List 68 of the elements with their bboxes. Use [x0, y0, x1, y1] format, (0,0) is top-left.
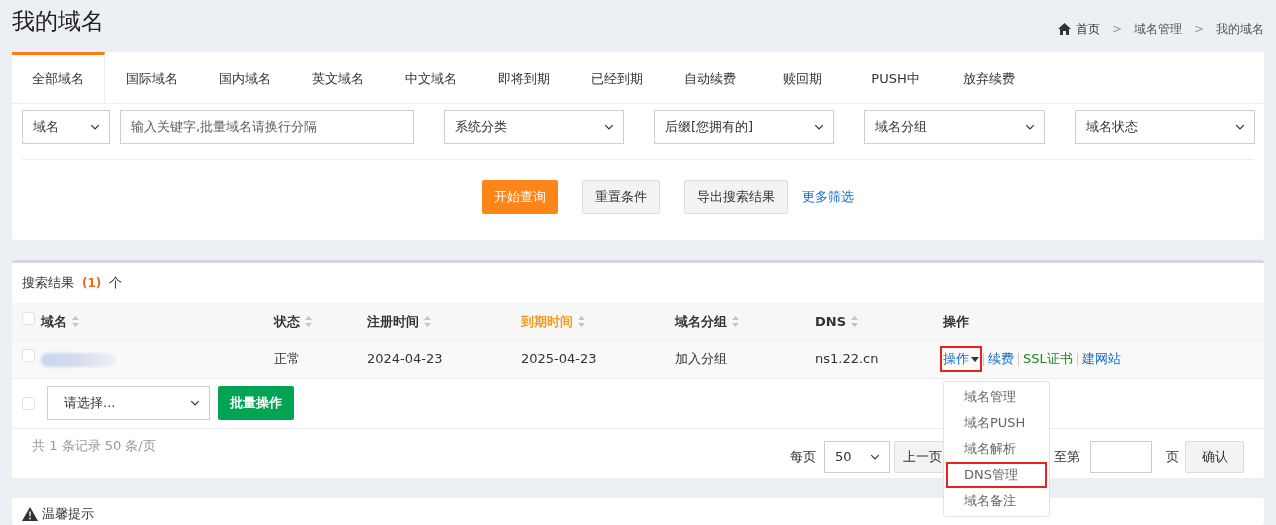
- table-cell: 2024-04-23: [367, 351, 443, 367]
- sort-icon[interactable]: [851, 315, 859, 327]
- checkbox[interactable]: [22, 396, 35, 410]
- breadcrumb-link[interactable]: 首页: [1075, 20, 1100, 38]
- action-link[interactable]: 建网站: [1081, 349, 1121, 369]
- ssl-link[interactable]: SSL证书: [1023, 349, 1073, 369]
- breadcrumb-separator: >: [1111, 21, 1122, 38]
- menu-item[interactable]: 域名管理: [944, 384, 1049, 411]
- menu-item[interactable]: 域名备注: [944, 488, 1049, 515]
- filter-select[interactable]: 域名: [22, 109, 110, 144]
- filter-select[interactable]: 域名分组: [864, 109, 1045, 144]
- per-page-label: 每页: [790, 447, 816, 466]
- checkbox[interactable]: [22, 349, 35, 363]
- menu-item[interactable]: 域名PUSH: [944, 410, 1049, 437]
- goto-label: 至第: [1054, 447, 1080, 466]
- notice-title: 温馨提示: [42, 504, 94, 523]
- sort-icon[interactable]: [305, 315, 312, 327]
- filter-select[interactable]: 系统分类: [444, 109, 624, 144]
- column-header[interactable]: DNS: [815, 311, 859, 331]
- record-summary: 共 1 条记录 50 条/页: [32, 436, 156, 455]
- tab[interactable]: 即将到期: [477, 52, 570, 103]
- operate-dropdown[interactable]: 操作: [943, 349, 979, 369]
- tab[interactable]: 已经到期: [570, 52, 663, 103]
- breadcrumb-separator: >: [1193, 21, 1204, 38]
- breadcrumb-current: 我的域名: [1216, 21, 1264, 38]
- home-icon: [1057, 23, 1071, 35]
- column-header[interactable]: 域名分组: [675, 311, 739, 331]
- breadcrumb-link[interactable]: 域名管理: [1133, 20, 1182, 38]
- results-count: (1): [82, 275, 102, 292]
- confirm-button[interactable]: 确认: [1185, 440, 1244, 473]
- tab[interactable]: 全部域名: [12, 52, 105, 103]
- tab[interactable]: 国际域名: [105, 52, 198, 103]
- table-cell: 正常: [274, 351, 300, 367]
- sort-icon[interactable]: [424, 315, 431, 327]
- tab[interactable]: 国内域名: [198, 52, 291, 103]
- tab[interactable]: 英文域名: [291, 52, 384, 103]
- more-filters-link[interactable]: 更多筛选: [802, 186, 854, 207]
- table-cell: ns1.22.cn: [815, 351, 879, 367]
- tab[interactable]: 赎回期: [756, 52, 849, 103]
- warning-icon: [22, 506, 38, 521]
- action-button[interactable]: 导出搜索结果: [684, 179, 788, 214]
- page-unit: 页: [1166, 447, 1179, 466]
- results-unit: 个: [109, 274, 123, 293]
- tab[interactable]: 自动续费: [663, 52, 756, 103]
- action-button[interactable]: 重置条件: [582, 179, 660, 214]
- results-label: 搜索结果: [22, 274, 74, 293]
- search-field[interactable]: 输入关键字,批量域名请换行分隔: [120, 109, 414, 144]
- sort-icon[interactable]: [578, 315, 585, 327]
- checkbox[interactable]: [22, 311, 35, 325]
- tab[interactable]: 中文域名: [384, 52, 477, 103]
- column-header[interactable]: 注册时间: [367, 311, 431, 331]
- tab[interactable]: PUSH中: [849, 52, 942, 103]
- per-page-select[interactable]: 50: [824, 440, 890, 473]
- column-header[interactable]: 状态: [274, 311, 312, 331]
- column-header[interactable]: 域名: [41, 311, 79, 331]
- table-cell: 2025-04-23: [521, 351, 597, 367]
- filter-select[interactable]: 域名状态: [1075, 109, 1255, 144]
- tab[interactable]: 放弃续费: [942, 52, 1035, 103]
- page-title: 我的域名: [12, 10, 104, 33]
- sort-icon[interactable]: [72, 315, 79, 327]
- caret-icon: [971, 357, 979, 363]
- table-cell: 加入分组: [675, 351, 727, 367]
- filter-select[interactable]: 后缀[您拥有的]: [654, 109, 834, 144]
- sort-icon[interactable]: [732, 315, 739, 327]
- page-number-field[interactable]: [1090, 440, 1152, 473]
- batch-select[interactable]: 请选择...: [47, 386, 210, 420]
- action-link[interactable]: 续费: [988, 349, 1014, 369]
- column-header: 操作: [943, 312, 969, 331]
